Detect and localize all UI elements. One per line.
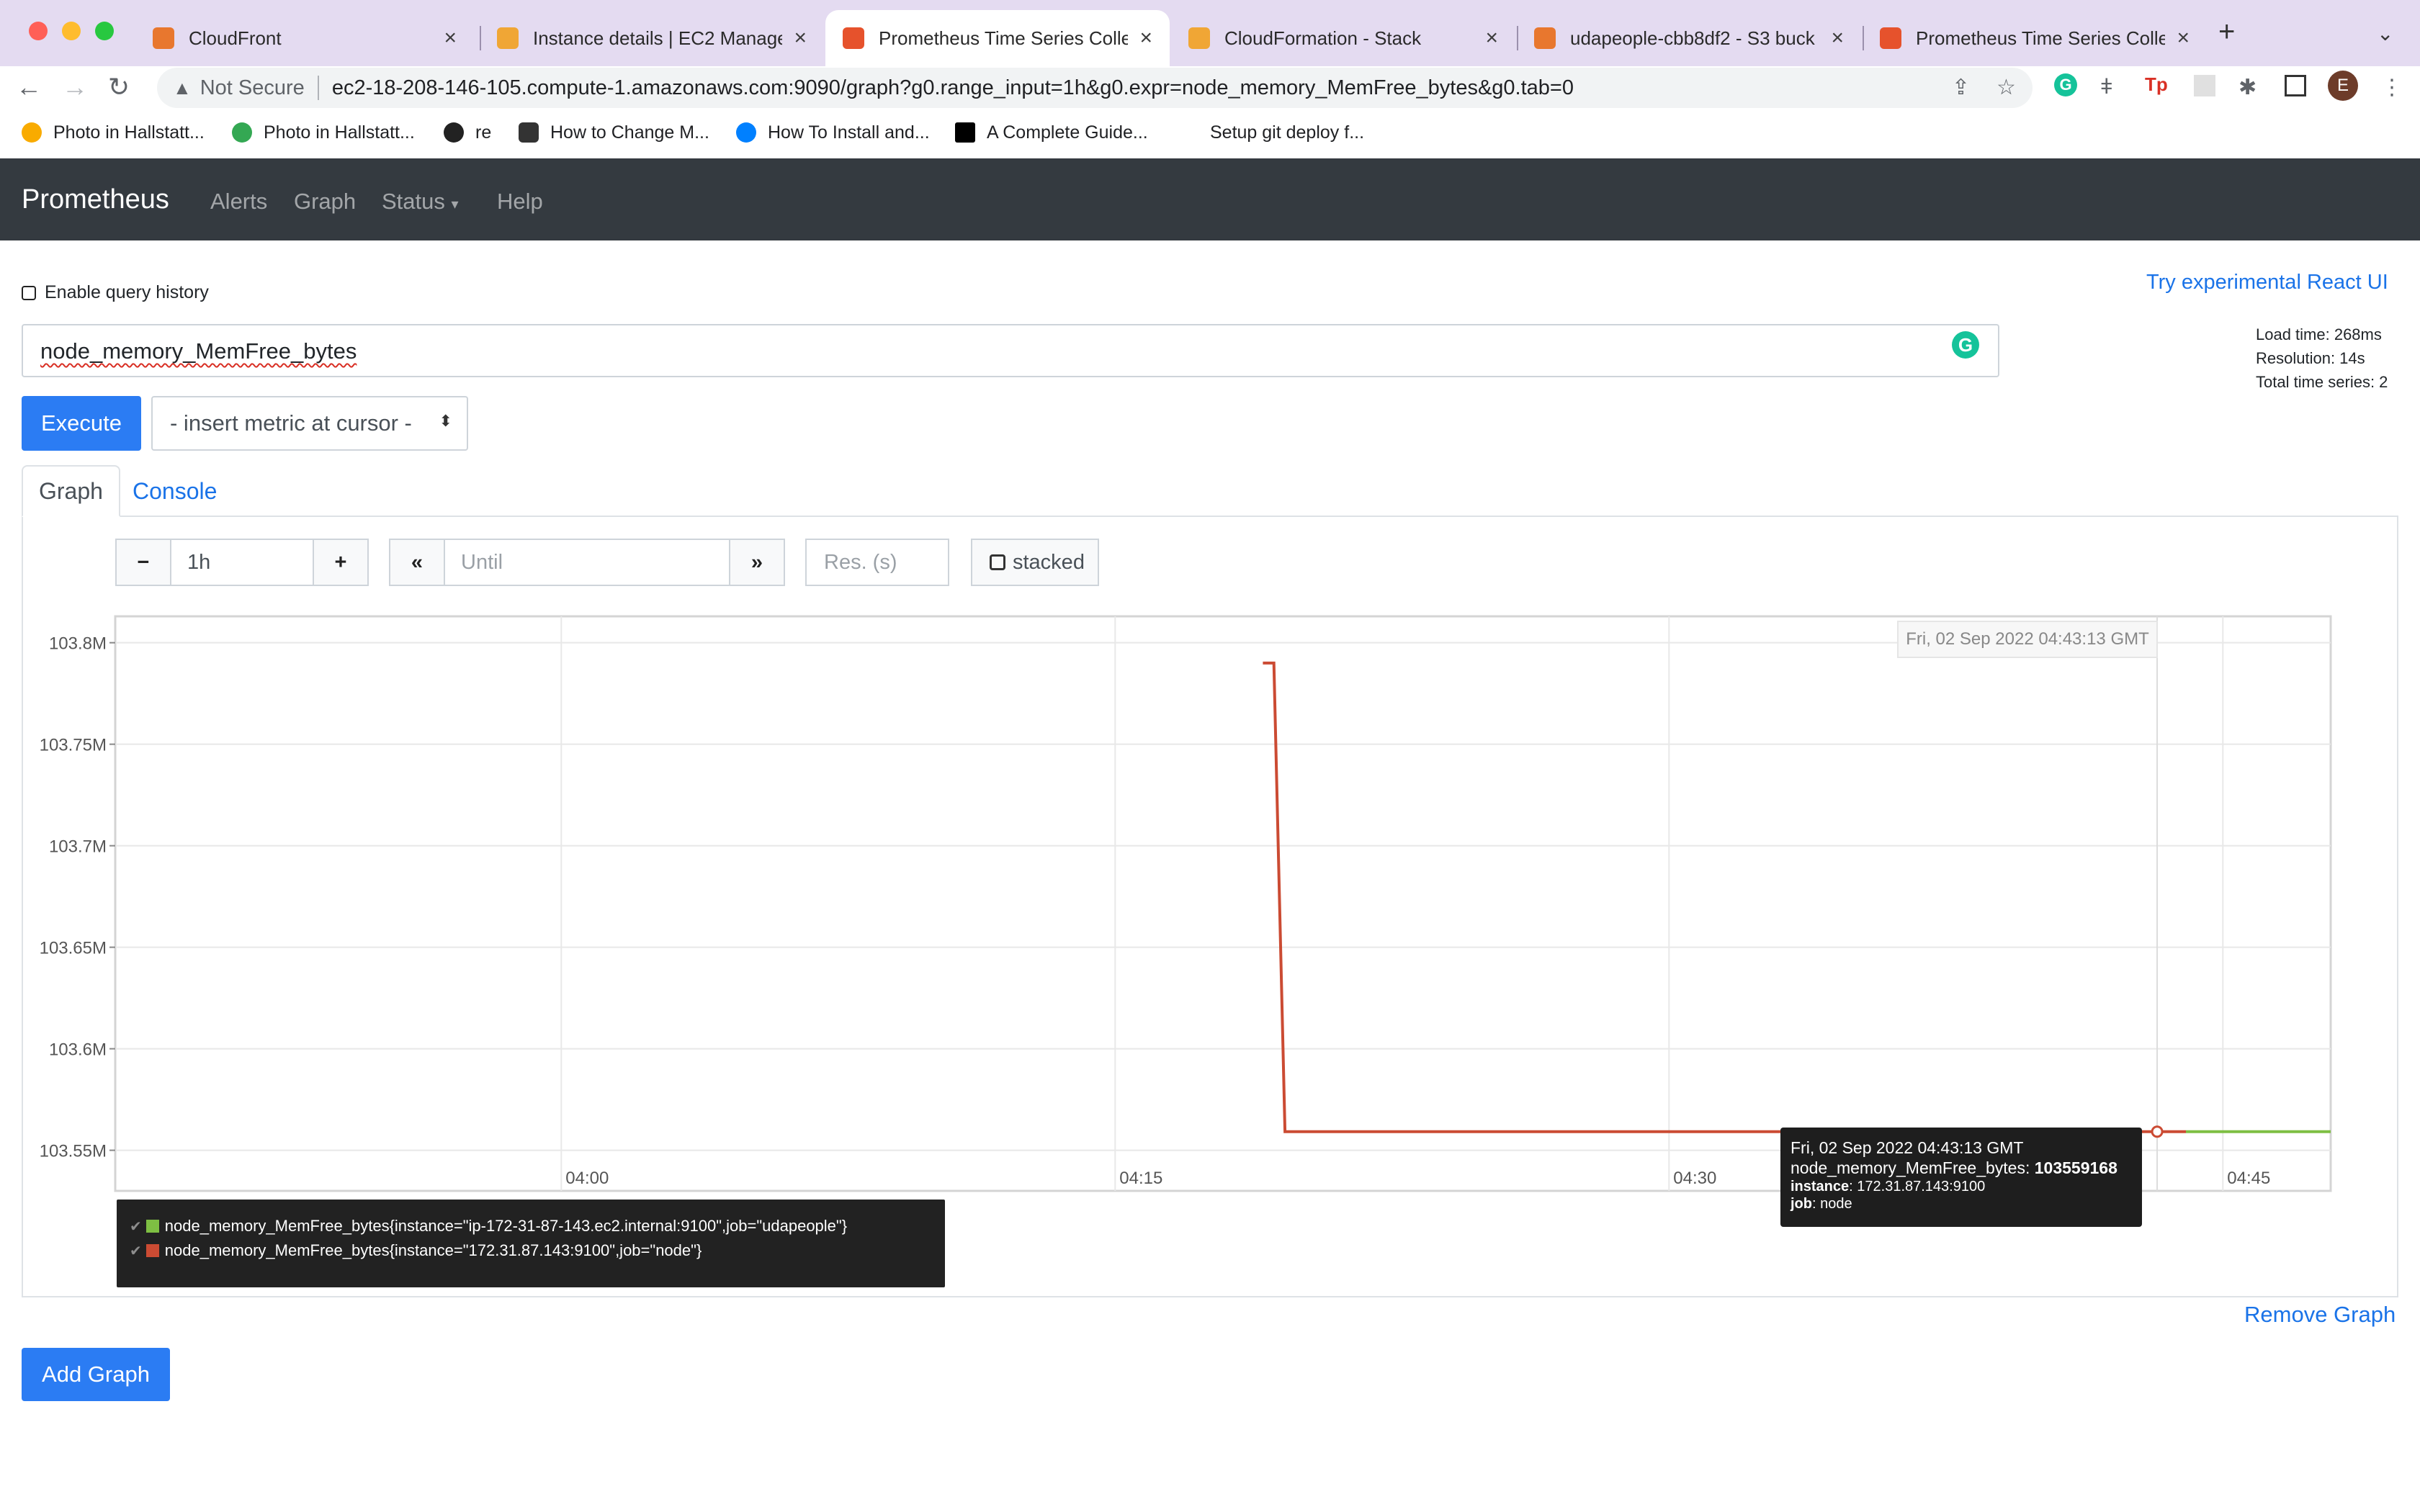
hover-date-badge: Fri, 02 Sep 2022 04:43:13 GMT (1897, 621, 2158, 658)
tooltip-metric-value: 103559168 (2034, 1158, 2118, 1177)
legend-swatch (145, 1244, 159, 1257)
x-tick-label: 04:00 (565, 1169, 609, 1188)
tooltip-instance-key: instance (1791, 1179, 1850, 1194)
check-icon: ✔ (130, 1218, 142, 1235)
legend-label: node_memory_MemFree_bytes{instance="ip-1… (164, 1217, 848, 1235)
legend-item[interactable]: ✔ node_memory_MemFree_bytes{instance="ip… (130, 1217, 847, 1236)
tooltip-date: Fri, 02 Sep 2022 04:43:13 GMT (1791, 1138, 2024, 1157)
y-tick-label: 103.6M (49, 1040, 107, 1060)
x-tick-label: 04:30 (1673, 1169, 1716, 1188)
tooltip-job-key: job (1791, 1196, 1812, 1212)
legend-item[interactable]: ✔ node_memory_MemFree_bytes{instance="17… (130, 1241, 702, 1260)
y-tick-label: 103.65M (40, 939, 107, 958)
y-tick-label: 103.8M (49, 634, 107, 654)
x-tick-label: 04:15 (1119, 1169, 1162, 1188)
x-tick-label: 04:45 (2227, 1169, 2270, 1188)
y-tick-label: 103.75M (40, 736, 107, 755)
y-tick-label: 103.7M (49, 837, 107, 857)
y-tick-label: 103.55M (40, 1142, 107, 1161)
tooltip-instance-value: : 172.31.87.143:9100 (1849, 1179, 1986, 1194)
add-graph-button[interactable]: Add Graph (22, 1348, 170, 1401)
plot-frame (114, 615, 2332, 1192)
tab-graph[interactable]: Graph (22, 465, 120, 517)
check-icon: ✔ (130, 1243, 142, 1259)
legend-swatch (145, 1220, 159, 1233)
hover-point-marker (2151, 1125, 2164, 1138)
tooltip-metric-label: node_memory_MemFree_bytes: (1791, 1158, 2030, 1177)
graph-legend: ✔ node_memory_MemFree_bytes{instance="ip… (117, 1200, 945, 1287)
remove-graph-link[interactable]: Remove Graph (2244, 1302, 2396, 1328)
hover-tooltip: Fri, 02 Sep 2022 04:43:13 GMT node_memor… (1780, 1128, 2142, 1227)
tooltip-job-value: : node (1812, 1196, 1852, 1212)
legend-label: node_memory_MemFree_bytes{instance="172.… (164, 1241, 702, 1259)
